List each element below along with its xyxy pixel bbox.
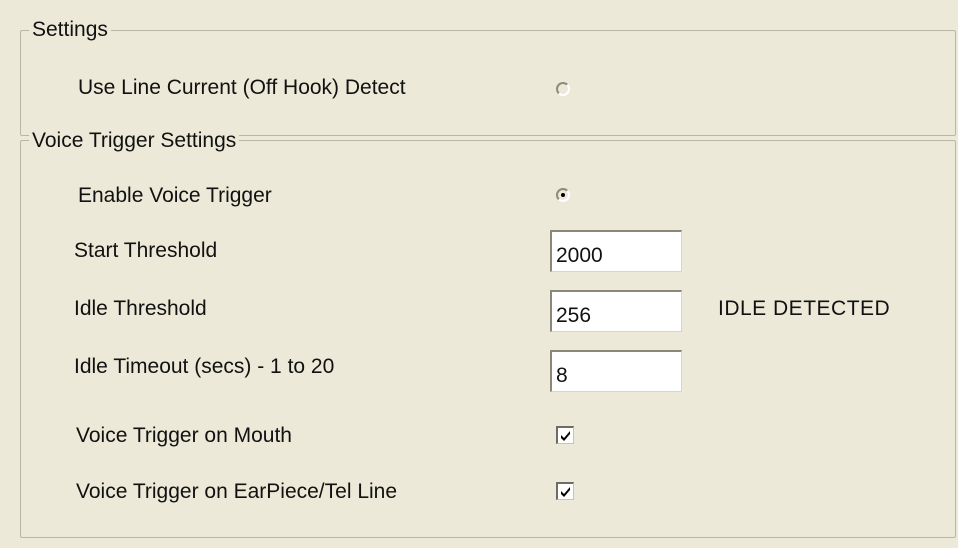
start-threshold-input[interactable] [550, 230, 682, 272]
enable-voice-trigger-radio[interactable] [556, 188, 570, 202]
voice-trigger-earpiece-label: Voice Trigger on EarPiece/Tel Line [76, 480, 398, 503]
idle-timeout-input[interactable] [550, 350, 682, 392]
checkmark-icon [561, 487, 570, 497]
voice-trigger-legend: Voice Trigger Settings [29, 129, 240, 153]
voice-trigger-mouth-label: Voice Trigger on Mouth [76, 424, 292, 447]
off-hook-radio[interactable] [556, 82, 570, 96]
start-threshold-label: Start Threshold [74, 239, 218, 262]
enable-voice-trigger-label: Enable Voice Trigger [78, 184, 272, 207]
off-hook-label: Use Line Current (Off Hook) Detect [78, 76, 406, 99]
idle-threshold-label: Idle Threshold [74, 297, 207, 320]
voice-trigger-earpiece-checkbox[interactable] [556, 482, 574, 500]
idle-threshold-input[interactable] [550, 290, 682, 332]
settings-legend: Settings [29, 18, 111, 42]
voice-trigger-mouth-checkbox[interactable] [556, 426, 574, 444]
idle-status-text: IDLE DETECTED [718, 297, 891, 320]
checkmark-icon [561, 431, 570, 441]
idle-timeout-label: Idle Timeout (secs) - 1 to 20 [74, 355, 335, 378]
radio-selected-dot [561, 193, 565, 197]
